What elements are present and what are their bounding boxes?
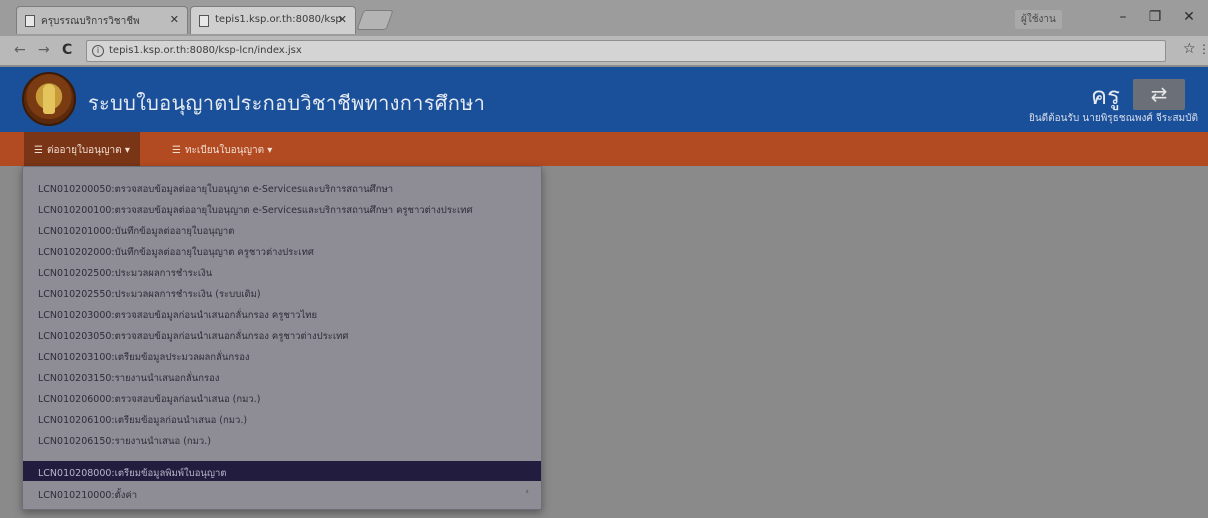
dropdown-item[interactable]: LCN010202550:ประมวลผลการชำระเงิน (ระบบเด… (23, 282, 541, 302)
browser-tab-1[interactable]: ครุบรรณบริการวิชาชีพ ✕ (16, 6, 188, 34)
browser-toolbar: ← → C i tepis1.ksp.or.th:8080/ksp-lcn/in… (0, 36, 1208, 66)
ksp-logo (22, 72, 76, 126)
close-icon[interactable]: ✕ (338, 13, 347, 26)
dropdown-item[interactable]: LCN010206100:เตรียมข้อมูลก่อนนำเสนอ (กมว… (23, 408, 541, 428)
forward-icon[interactable]: → (38, 42, 50, 58)
bookmark-star-icon[interactable]: ☆ (1183, 41, 1196, 57)
maximize-icon[interactable]: ❐ (1140, 6, 1170, 28)
new-tab-button[interactable] (356, 10, 394, 30)
window-user-badge[interactable]: ผู้ใช้งาน (1015, 10, 1062, 29)
dropdown-item[interactable]: LCN010203100:เตรียมข้อมูลประมวลผลกลั่นกร… (23, 345, 541, 365)
page-icon (199, 15, 209, 27)
menu-kebab-icon[interactable]: ⋮ (1198, 42, 1208, 56)
user-role: ครู (1091, 82, 1120, 110)
info-icon[interactable]: i (92, 45, 104, 57)
close-icon[interactable]: ✕ (170, 13, 179, 26)
menu-label: ต่ออายุใบอนุญาต ▾ (46, 145, 130, 156)
main-menubar: ☰ ต่ออายุใบอนุญาต ▾ ☰ ทะเบียนใบอนุญาต ▾ (0, 132, 1208, 166)
app-title: ระบบใบอนุญาตประกอบวิชาชีพทางการศึกษา (88, 91, 486, 115)
list-icon: ☰ (172, 145, 181, 156)
dropdown-item[interactable]: LCN010206150:รายงานนำเสนอ (กมว.) (23, 429, 541, 449)
dropdown-item-selected[interactable]: LCN010208000:เตรียมข้อมูลพิมพ์ใบอนุญาต (23, 461, 541, 481)
dropdown-item[interactable]: LCN010202500:ประมวลผลการชำระเงิน (23, 261, 541, 281)
dropdown-item[interactable]: LCN010200100:ตรวจสอบข้อมูลต่ออายุใบอนุญา… (23, 198, 541, 218)
chevron-right-icon: › (525, 487, 529, 497)
list-icon: ☰ (34, 145, 43, 156)
tab-title: tepis1.ksp.or.th:8080/ksp (215, 14, 342, 25)
dropdown-item[interactable]: LCN010203050:ตรวจสอบข้อมูลก่อนนำเสนอกลั่… (23, 324, 541, 344)
welcome-text: ยินดีต้อนรับ นายพิรุธชณพงศ์ จีระสมบัติ (1028, 113, 1198, 124)
app-header: ระบบใบอนุญาตประกอบวิชาชีพทางการศึกษา ครู… (0, 67, 1208, 132)
menu-renew-license[interactable]: ☰ ต่ออายุใบอนุญาต ▾ (24, 132, 140, 166)
menu-label: ทะเบียนใบอนุญาต ▾ (184, 145, 273, 156)
url-text: tepis1.ksp.or.th:8080/ksp-lcn/index.jsx (109, 45, 302, 56)
switch-role-button[interactable]: ⇄ (1133, 79, 1185, 110)
minimize-icon[interactable]: – (1108, 6, 1138, 28)
dropdown-item[interactable]: LCN010203150:รายงานนำเสนอกลั่นกรอง (23, 366, 541, 386)
dropdown-item-label: LCN010210000:ตั้งค่า (38, 490, 138, 501)
dropdown-item[interactable]: LCN010203000:ตรวจสอบข้อมูลก่อนนำเสนอกลั่… (23, 303, 541, 323)
swap-arrows-icon: ⇄ (1150, 82, 1168, 106)
menu-license-registry[interactable]: ☰ ทะเบียนใบอนุญาต ▾ (162, 132, 282, 166)
browser-tabstrip: ครุบรรณบริการวิชาชีพ ✕ tepis1.ksp.or.th:… (0, 0, 1208, 36)
tab-title: ครุบรรณบริการวิชาชีพ (41, 16, 140, 27)
address-bar[interactable]: i tepis1.ksp.or.th:8080/ksp-lcn/index.js… (86, 40, 1166, 62)
dropdown-item[interactable]: LCN010206000:ตรวจสอบข้อมูลก่อนนำเสนอ (กม… (23, 387, 541, 407)
back-icon[interactable]: ← (14, 42, 26, 58)
close-window-icon[interactable]: ✕ (1174, 6, 1204, 28)
dropdown-item-submenu[interactable]: LCN010210000:ตั้งค่า › (23, 483, 541, 503)
page-icon (25, 15, 35, 27)
dropdown-item[interactable]: LCN010202000:บันทึกข้อมูลต่ออายุใบอนุญาต… (23, 240, 541, 260)
dropdown-item[interactable]: LCN010200050:ตรวจสอบข้อมูลต่ออายุใบอนุญา… (23, 177, 541, 197)
browser-tab-2[interactable]: tepis1.ksp.or.th:8080/ksp ✕ (190, 6, 356, 34)
reload-icon[interactable]: C (62, 42, 72, 58)
renew-license-dropdown: LCN010200050:ตรวจสอบข้อมูลต่ออายุใบอนุญา… (22, 166, 542, 510)
dropdown-item[interactable]: LCN010201000:บันทึกข้อมูลต่ออายุใบอนุญาต (23, 219, 541, 239)
